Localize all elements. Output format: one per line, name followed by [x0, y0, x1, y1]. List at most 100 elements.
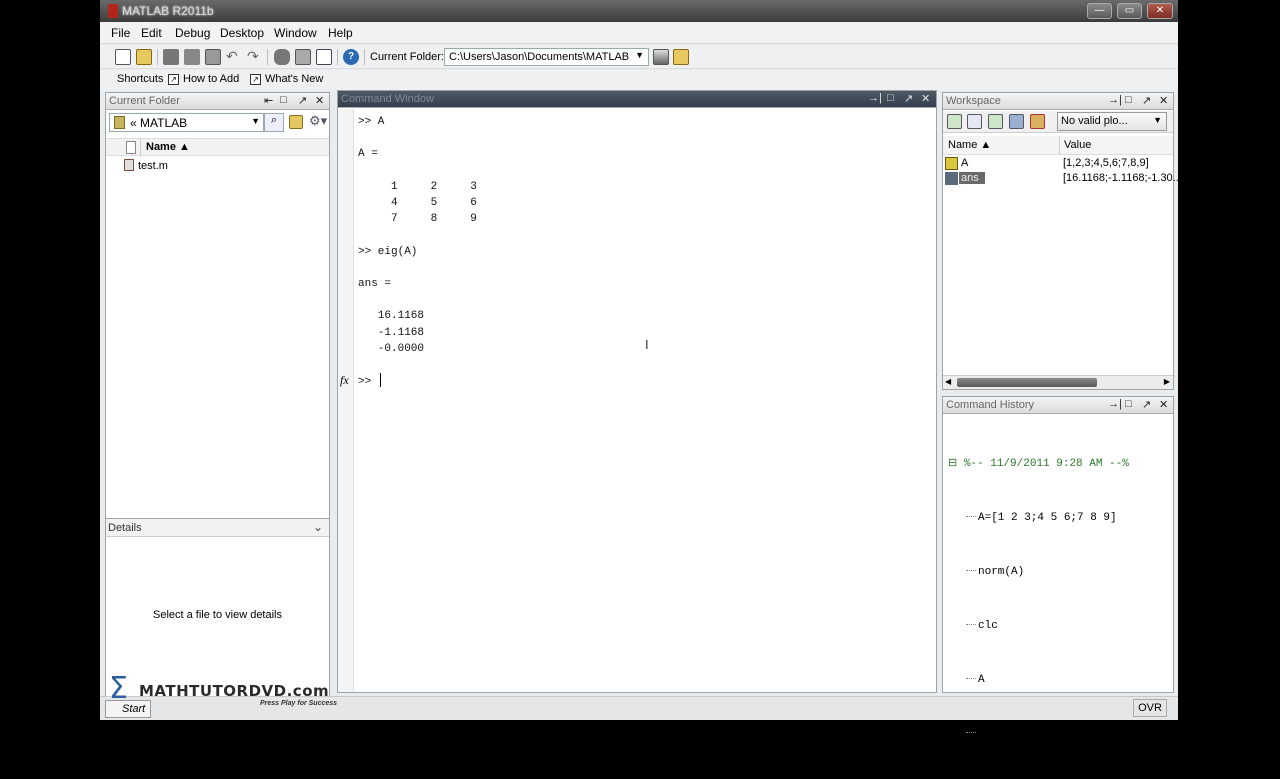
- chevron-down-icon[interactable]: ▼: [251, 116, 260, 126]
- redo-icon[interactable]: ↷: [247, 49, 263, 65]
- workspace-row-selected[interactable]: ans [16.1168;-1.1168;-1.30...: [943, 171, 1182, 186]
- cut-icon[interactable]: [163, 49, 179, 65]
- menu-debug[interactable]: Debug: [175, 26, 210, 40]
- menu-window[interactable]: Window: [274, 26, 317, 40]
- history-item[interactable]: clc: [948, 617, 1129, 635]
- tree-connector: [966, 516, 976, 517]
- undo-icon[interactable]: ↶: [226, 49, 242, 65]
- scrollbar-thumb[interactable]: [957, 378, 1097, 387]
- shortcut-link-icon: ↗: [250, 74, 261, 85]
- close-icon[interactable]: ✕: [921, 92, 930, 105]
- new-file-icon[interactable]: [115, 49, 131, 65]
- current-folder-panel: Current Folder ⇤ □ ↗ ✕ « MATLAB ▼ ⌕ ⚙▾ N…: [105, 92, 330, 520]
- maximize-icon[interactable]: □: [1125, 398, 1132, 410]
- maximize-icon[interactable]: □: [887, 92, 894, 104]
- dock-icon[interactable]: →|: [1108, 398, 1122, 410]
- toolbar-separator: [157, 49, 158, 65]
- close-button[interactable]: ✕: [1147, 3, 1173, 19]
- panel-title: Workspace: [946, 95, 1001, 107]
- paste-icon[interactable]: [205, 49, 221, 65]
- menu-file[interactable]: File: [111, 26, 130, 40]
- import-data-icon[interactable]: [988, 114, 1003, 129]
- maximize-icon[interactable]: □: [280, 94, 287, 106]
- current-folder-input[interactable]: C:\Users\Jason\Documents\MATLAB ▼: [444, 48, 649, 66]
- minimize-button[interactable]: —: [1087, 3, 1112, 19]
- history-item[interactable]: norm(A): [948, 563, 1129, 581]
- plot-selector-dropdown[interactable]: No valid plo... ▼: [1057, 112, 1167, 131]
- new-variable-icon[interactable]: [947, 114, 962, 129]
- chevron-down-icon[interactable]: ⌄: [313, 520, 323, 534]
- maximize-button[interactable]: ▭: [1117, 3, 1142, 19]
- history-item[interactable]: eig(A): [948, 725, 1129, 743]
- folder-path-dropdown[interactable]: « MATLAB ▼: [109, 113, 264, 132]
- search-icon[interactable]: ⌕: [264, 113, 284, 132]
- close-icon[interactable]: ✕: [315, 94, 324, 107]
- shortcuts-label[interactable]: Shortcuts: [117, 73, 163, 85]
- dock-icon[interactable]: →|: [1108, 94, 1122, 106]
- copy-icon[interactable]: [184, 49, 200, 65]
- menu-edit[interactable]: Edit: [141, 26, 162, 40]
- tree-connector: [966, 732, 976, 733]
- collapse-icon[interactable]: ⊟: [948, 458, 957, 470]
- simulink-icon[interactable]: [274, 49, 290, 65]
- details-message: Select a file to view details: [152, 609, 282, 621]
- value-column-header[interactable]: Value: [1064, 139, 1091, 151]
- close-icon[interactable]: ✕: [1159, 94, 1168, 107]
- browse-folder-icon[interactable]: [653, 49, 669, 65]
- history-command: eig(A): [978, 728, 1018, 740]
- menu-desktop[interactable]: Desktop: [220, 26, 264, 40]
- gear-icon[interactable]: ⚙▾: [309, 113, 327, 129]
- watermark-brand: MATHTUTORDVD.com: [139, 682, 330, 700]
- command-output-line: [358, 130, 477, 146]
- tree-connector: [966, 624, 976, 625]
- profiler-icon[interactable]: [316, 49, 332, 65]
- undock-icon[interactable]: ↗: [1142, 94, 1151, 107]
- up-folder-icon[interactable]: [673, 49, 689, 65]
- chevron-down-icon[interactable]: ▼: [1153, 115, 1162, 125]
- details-header[interactable]: Details ⌄: [106, 519, 329, 537]
- workspace-row[interactable]: A [1,2,3;4,5,6;7,8,9]: [943, 156, 1173, 171]
- scroll-left-icon[interactable]: ◀: [945, 377, 951, 386]
- history-session-header[interactable]: ⊟ %-- 11/9/2011 9:28 AM --%: [948, 455, 1129, 473]
- open-variable-icon[interactable]: [967, 114, 982, 129]
- function-browser-icon[interactable]: fx: [340, 373, 349, 388]
- command-output-line: -1.1168: [358, 326, 425, 339]
- panel-title: Command Window: [341, 93, 434, 105]
- name-column-header[interactable]: Name ▲: [948, 139, 991, 151]
- chevron-down-icon[interactable]: ▼: [635, 50, 644, 60]
- history-item[interactable]: A=[1 2 3;4 5 6;7 8 9]: [948, 509, 1129, 527]
- file-list-item[interactable]: test.m: [124, 159, 168, 172]
- undock-icon[interactable]: ↗: [904, 92, 913, 105]
- history-command: A=[1 2 3;4 5 6;7 8 9]: [978, 512, 1117, 524]
- horizontal-scrollbar[interactable]: ◀ ▶: [943, 375, 1173, 389]
- folder-path-text: « MATLAB: [130, 116, 188, 130]
- scroll-right-icon[interactable]: ▶: [1164, 377, 1170, 386]
- command-output-line: ans =: [358, 278, 392, 291]
- open-file-icon[interactable]: [136, 49, 152, 65]
- menu-help[interactable]: Help: [328, 26, 353, 40]
- undock-icon[interactable]: ↗: [1142, 398, 1151, 411]
- maximize-icon[interactable]: □: [1125, 94, 1132, 106]
- save-workspace-icon[interactable]: [1009, 114, 1024, 129]
- file-name: test.m: [138, 160, 168, 172]
- undock-icon[interactable]: ↗: [298, 94, 307, 107]
- dock-icon[interactable]: ⇤: [264, 94, 273, 107]
- delete-variable-icon[interactable]: [1030, 114, 1045, 129]
- variable-value: [1,2,3;4,5,6;7,8,9]: [1063, 157, 1149, 169]
- guide-icon[interactable]: [295, 49, 311, 65]
- history-item[interactable]: A: [948, 671, 1129, 689]
- help-icon[interactable]: ?: [343, 49, 359, 65]
- close-icon[interactable]: ✕: [1159, 398, 1168, 411]
- shortcut-how-to-add[interactable]: How to Add: [183, 73, 239, 85]
- up-folder-icon[interactable]: [289, 115, 303, 129]
- command-prompt[interactable]: >>: [358, 373, 477, 390]
- command-output[interactable]: >> A A = 1 2 3 4 5 6 7 8 9 >> eig(A) ans…: [358, 114, 477, 390]
- dock-icon[interactable]: →|: [868, 92, 882, 104]
- shortcut-whats-new[interactable]: What's New: [265, 73, 323, 85]
- workspace-panel: Workspace →| □ ↗ ✕ No valid plo... ▼ Nam…: [942, 92, 1182, 390]
- toolbar-separator: [267, 49, 268, 65]
- command-output-line: [358, 163, 477, 179]
- name-column-header[interactable]: Name ▲: [146, 141, 190, 153]
- matrix-variable-icon: [945, 157, 958, 170]
- column-divider[interactable]: [1059, 136, 1060, 155]
